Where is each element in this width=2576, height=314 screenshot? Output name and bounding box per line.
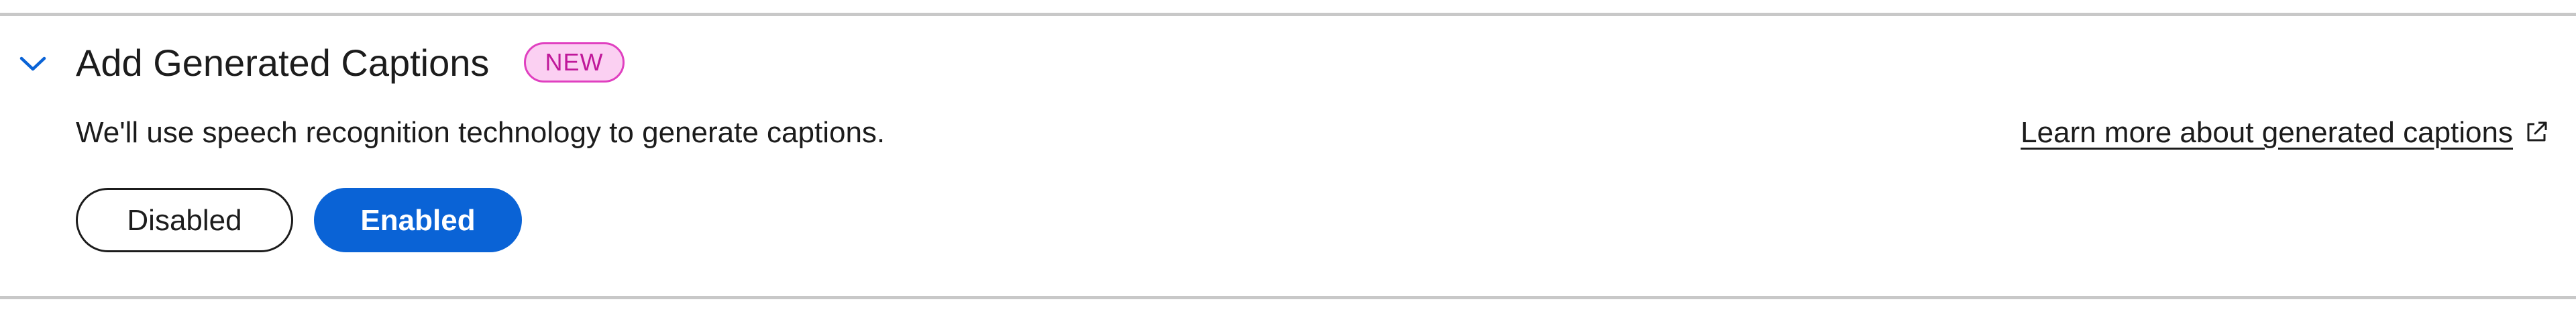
section-title: Add Generated Captions	[76, 42, 490, 84]
disabled-button[interactable]: Disabled	[76, 188, 293, 252]
top-divider	[0, 13, 2576, 16]
new-badge: NEW	[524, 42, 625, 83]
learn-more-link[interactable]: Learn more about generated captions	[2021, 114, 2513, 152]
enabled-button[interactable]: Enabled	[314, 188, 522, 252]
section-description: We'll use speech recognition technology …	[76, 116, 885, 149]
chevron-down-icon[interactable]	[17, 52, 48, 75]
external-link-icon[interactable]	[2524, 119, 2549, 145]
bottom-divider	[0, 296, 2576, 299]
generated-captions-panel: Add Generated Captions NEW We'll use spe…	[0, 0, 2576, 314]
